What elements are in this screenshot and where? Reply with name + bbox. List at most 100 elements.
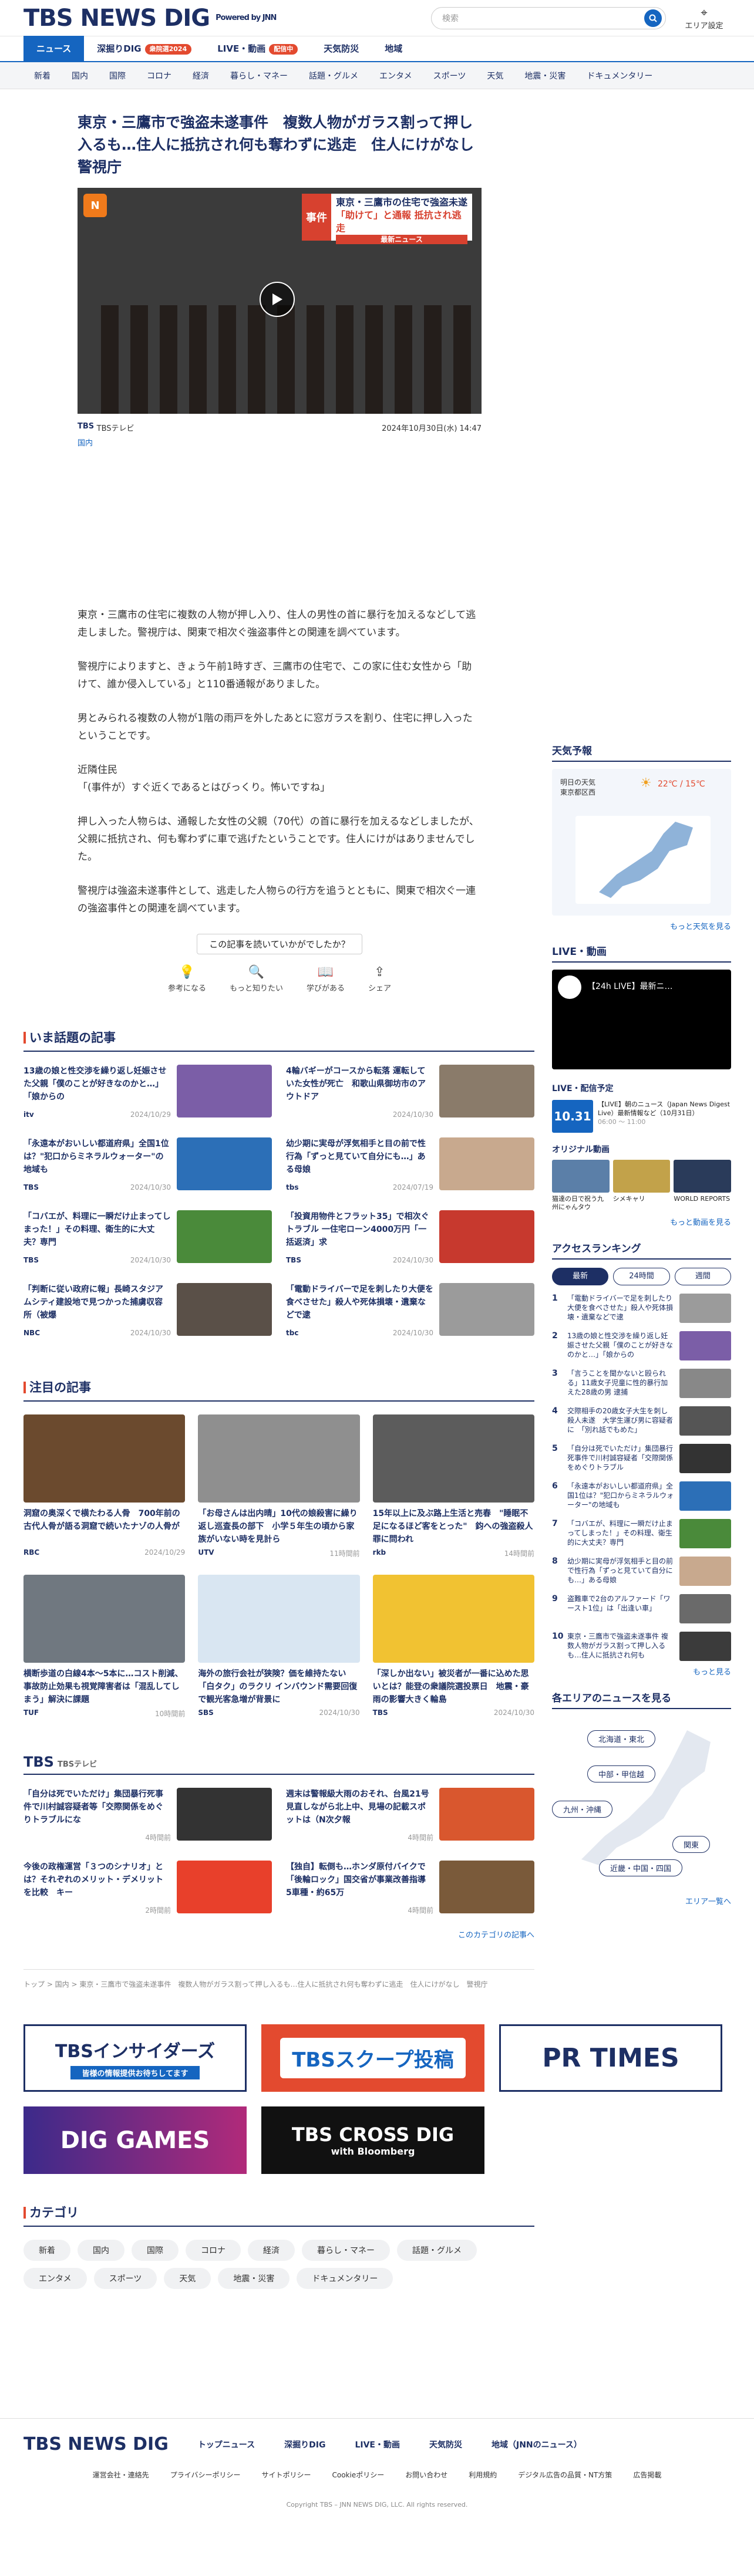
area-kyushu[interactable]: 九州・沖縄 (552, 1801, 613, 1818)
subnav-item-8[interactable]: スポーツ (423, 70, 477, 82)
ranking-item[interactable]: 5 「自分は死でいただけ」集団暴行死事件で川村誠容疑者「交際関係をめぐりトラブル (552, 1444, 731, 1473)
original-video[interactable]: WORLD REPORTS (674, 1160, 732, 1211)
hot-item[interactable]: 今後の政権運営「３つのシナリオ」とは？それぞれのメリット・デメリットを比較 キー… (23, 1861, 272, 1920)
category-pill[interactable]: 暮らし・マネー (302, 2240, 390, 2261)
footer-sublink[interactable]: 運営会社・連絡先 (93, 2470, 149, 2480)
category-pill[interactable]: エンタメ (23, 2268, 87, 2289)
category-pill[interactable]: 経済 (248, 2240, 295, 2261)
category-pill[interactable]: コロナ (186, 2240, 241, 2261)
category-pill[interactable]: 地震・災害 (218, 2268, 290, 2289)
subnav-item-5[interactable]: 暮らし・マネー (220, 70, 298, 82)
hot-item[interactable]: 「自分は死でいただけ」集団暴行死事件で川村誠容疑者等「交際関係をめぐりトラブルに… (23, 1788, 272, 1848)
hot-item[interactable]: 「判断に従い政府に報」長崎スタジアムシティ建設地で見つかった捕虜収容所（被爆 NB… (23, 1283, 272, 1343)
attention-item[interactable]: 海外の旅行会社が狭険？価を維持たない「白タク」のラクリ インバウンド需要回復で観… (198, 1575, 360, 1719)
feedback-button[interactable]: ⇪ シェア (368, 965, 391, 993)
ranking-tab[interactable]: 週間 (674, 1268, 731, 1285)
subnav-item-3[interactable]: コロナ (136, 70, 182, 82)
nav-item-1[interactable]: 深掘りDIG 衆院選2024 (84, 36, 204, 62)
tbs-insiders-banner[interactable]: TBSインサイダーズ 皆様の情報提供お待ちしてます (23, 2024, 247, 2092)
subnav-item-1[interactable]: 国内 (61, 70, 99, 82)
ranking-item[interactable]: 10 東京・三鷹市で強盗未遂事件 複数人物がガラス割って押し入るも…住人に抵抗され… (552, 1632, 731, 1661)
prtimes-banner[interactable]: PR TIMES (499, 2024, 722, 2092)
ranking-item[interactable]: 6 「永遠本がおいしい都道府県」全国1位は？"犯口からミネラルウォーター"の地域も (552, 1481, 731, 1511)
tbs-crossdig-banner[interactable]: TBS CROSS DIG with Bloomberg (261, 2106, 484, 2174)
footer-sublink[interactable]: Cookieポリシー (332, 2470, 384, 2480)
ranking-tab[interactable]: 24時間 (613, 1268, 670, 1285)
hot-item[interactable]: 「電動ドライバーで足を刺したり大便を食べさせた」殺人や死体損壊・遺棄などで逮 tb… (286, 1283, 534, 1343)
ranking-item[interactable]: 2 13歳の娘と性交渉を繰り返し妊娠させた父親「僕のことが好きなのかと…」「娘から… (552, 1331, 731, 1360)
subnav-item-6[interactable]: 話題・グルメ (298, 70, 369, 82)
footer-sublink[interactable]: お問い合わせ (405, 2470, 447, 2480)
area-setting-button[interactable]: ⌖ エリア設定 (678, 5, 731, 31)
hot-item[interactable]: 「永遠本がおいしい都道府県」全国1位は？"犯口からミネラルウォーター"の地域も T… (23, 1137, 272, 1197)
subnav-item-11[interactable]: ドキュメンタリー (576, 70, 663, 82)
hot-item[interactable]: 【独自】転倒も…ホンダ原付バイクで「後輪ロック」国交省が事業改善指導 5車種・約… (286, 1861, 534, 1920)
weather-more-link[interactable]: もっと天気を見る (552, 920, 731, 931)
attention-item[interactable]: 「お母さんは出内晴」10代の娘殺害に繰り返し巡査長の部下 小学５年生の頃から家族… (198, 1414, 360, 1558)
article-category[interactable]: 国内 (78, 437, 534, 448)
category-pill[interactable]: スポーツ (93, 2268, 157, 2289)
video-player[interactable]: N 事件 東京・三鷹市の住宅で強盗未遂 「助けて」と通報 抵抗され逃走 最新ニュース (78, 188, 482, 414)
footer-sublink[interactable]: デジタル広告の品質・NT方策 (518, 2470, 612, 2480)
weather-widget[interactable]: 明日の天気 東京都区西 ☀ 22℃ / 15℃ (552, 769, 731, 916)
dig-games-banner[interactable]: DIG GAMES (23, 2106, 247, 2174)
footer-sublink[interactable]: プライバシーポリシー (170, 2470, 241, 2480)
schedule-item[interactable]: 10.31 【LIVE】朝のニュース（Japan News Digest Liv… (552, 1100, 731, 1133)
footer-logo[interactable]: TBS NEWS DIG (23, 2434, 169, 2455)
ranking-more-link[interactable]: もっと見る (552, 1666, 731, 1677)
breadcrumb[interactable]: トップ > 国内 > 東京・三鷹市で強盗未遂事件 複数人物がガラス割って押し入る… (23, 1969, 534, 1989)
subnav-item-4[interactable]: 経済 (182, 70, 220, 82)
feedback-button[interactable]: 📖 学びがある (307, 965, 345, 993)
footer-sublink[interactable]: 利用規約 (469, 2470, 497, 2480)
category-pill[interactable]: 話題・グルメ (397, 2240, 477, 2261)
nav-item-4[interactable]: 地域 (372, 36, 415, 62)
footer-link[interactable]: 天気防災 (429, 2439, 462, 2450)
original-video[interactable]: シメキャリ (612, 1160, 671, 1211)
ranking-tab[interactable]: 最新 (552, 1268, 609, 1285)
category-pill[interactable]: ドキュメンタリー (297, 2268, 393, 2289)
original-more-link[interactable]: もっと動画を見る (552, 1216, 731, 1227)
play-icon[interactable] (260, 282, 295, 317)
category-pill[interactable]: 国内 (78, 2240, 124, 2261)
hot-item[interactable]: 幼少期に実母が浮気相手と目の前で性行為「ずっと見ていて自分にも…」ある母娘 tbs… (286, 1137, 534, 1197)
hot-item[interactable]: 13歳の娘と性交渉を繰り返し妊娠させた父親「僕のことが好きなのかと…」「娘からの… (23, 1065, 272, 1125)
ranking-item[interactable]: 8 幼少期に実母が浮気相手と目の前で性行為「ずっと見ていて自分にも…」ある母娘 (552, 1557, 731, 1586)
search-input[interactable]: 検索 (431, 6, 666, 29)
area-hokkaido-tohoku[interactable]: 北海道・東北 (587, 1730, 656, 1747)
original-video[interactable]: 猫達の日で祝う九州にゃんタウ (552, 1160, 610, 1211)
ranking-item[interactable]: 9 盗難車で2台のアルファード「ワースト1位」は「出逢い車」 (552, 1594, 731, 1623)
subnav-item-2[interactable]: 国際 (99, 70, 136, 82)
ranking-item[interactable]: 4 交際相手の20歳女子大生を刺し殺人未遂 大学生運び男に容疑者に 「別れ話でもめ… (552, 1406, 731, 1436)
ranking-item[interactable]: 7 「コバエが、料理に一瞬だけ止まってしまった！」その料理、衛生的に大丈夫？専門 (552, 1519, 731, 1548)
category-pill[interactable]: 新着 (23, 2240, 70, 2261)
feedback-button[interactable]: 🔍 もっと知りたい (230, 965, 283, 993)
footer-sublink[interactable]: サイトポリシー (261, 2470, 311, 2480)
category-pill[interactable]: 天気 (164, 2268, 211, 2289)
attention-item[interactable]: 横断歩道の白線4本～5本に…コスト削減、事故防止効果も視覚障害者は「混乱してしま… (23, 1575, 186, 1719)
hot-item[interactable]: 「コバエが、料理に一瞬だけ止まってしまった！」その料理、衛生的に大丈夫？専門 TB… (23, 1210, 272, 1270)
live-player[interactable]: 【24h LIVE】最新ニ… (552, 970, 731, 1069)
subnav-item-0[interactable]: 新着 (23, 70, 61, 82)
category-pill[interactable]: 国際 (132, 2240, 179, 2261)
category-more-link[interactable]: このカテゴリの記事へ (23, 1929, 534, 1940)
footer-link[interactable]: LIVE・動画 (355, 2439, 400, 2450)
subnav-item-10[interactable]: 地震・災害 (514, 70, 576, 82)
areas-more-link[interactable]: エリア一覧へ (685, 1895, 731, 1906)
hot-item[interactable]: 4輪バギーがコースから転落 運転していた女性が死亡 和歌山県御坊市のアウトドア 2… (286, 1065, 534, 1125)
subnav-item-7[interactable]: エンタメ (369, 70, 423, 82)
nav-item-0[interactable]: ニュース (23, 36, 85, 62)
feedback-button[interactable]: 💡 参考になる (168, 965, 206, 993)
subnav-item-9[interactable]: 天気 (476, 70, 514, 82)
attention-item[interactable]: 洞窟の奥深くで横たわる人骨 700年前の古代人骨が語る洞窟で続いたナゾの人骨が R… (23, 1414, 186, 1558)
footer-link[interactable]: トップニュース (198, 2439, 255, 2450)
hot-item[interactable]: 週末は警報級大雨のおそれ、台風21号 見直しながら北上中、見場の記載スポットは（… (286, 1788, 534, 1848)
search-icon[interactable] (644, 9, 662, 27)
hot-item[interactable]: 「投資用物件とフラット35」で相次ぐトラブル 一住宅ローン4000万円「一括返済… (286, 1210, 534, 1270)
attention-item[interactable]: 15年以上に及ぶ路上生活と売春 "睡眠不足になるほど客をとった" 鈞への強盗殺人… (372, 1414, 534, 1558)
footer-link[interactable]: 地域（JNNのニュース） (492, 2439, 582, 2450)
nav-item-3[interactable]: 天気防災 (311, 36, 372, 62)
area-kinki[interactable]: 近畿・中国・四国 (599, 1859, 683, 1876)
nav-item-2[interactable]: LIVE・動画 配信中 (204, 36, 311, 62)
tbs-scoop-banner[interactable]: TBSスクープ投稿 (261, 2024, 484, 2092)
footer-link[interactable]: 深掘りDIG (284, 2439, 325, 2450)
